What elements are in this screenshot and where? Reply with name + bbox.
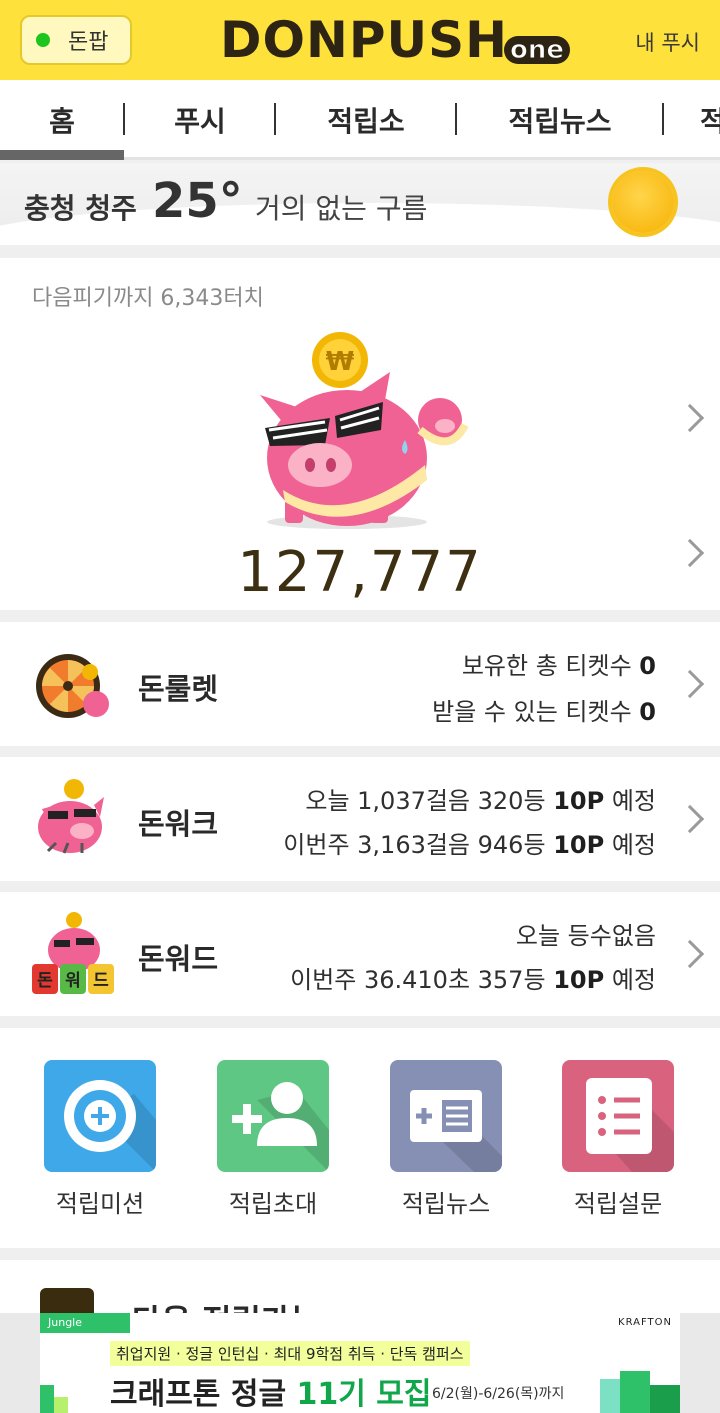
weather-temperature: 25°: [152, 173, 243, 229]
donpap-button[interactable]: 돈팝: [20, 15, 132, 65]
tile-letter: 돈: [37, 971, 53, 991]
line-value: 0: [639, 698, 656, 726]
roulette-total-tickets: 보유한 총 티켓수 0: [462, 646, 656, 681]
tab-more[interactable]: 적: [700, 80, 720, 157]
line-suffix: 예정: [611, 787, 656, 815]
line-text: 받을 수 있는 티켓수: [432, 698, 632, 726]
ad-pixel-decoration: [40, 1385, 54, 1413]
game-card-walk[interactable]: 돈워크 오늘 1,037걸음 320등 10P 예정 이번주 3,163걸음 9…: [0, 757, 720, 881]
line-value: 10P: [553, 831, 605, 859]
my-push-link[interactable]: 내 푸시: [635, 27, 700, 57]
piggy-bank-icon[interactable]: ₩: [255, 330, 475, 540]
action-jeoklip-survey[interactable]: 적립설문: [558, 1060, 678, 1219]
action-label: 적립미션: [55, 1190, 145, 1218]
action-jeoklip-invite[interactable]: 적립초대: [213, 1060, 333, 1219]
line-value: 10P: [553, 787, 605, 815]
logo-main-text: DONPUSH: [220, 11, 508, 69]
ad-pixel-decoration: [600, 1379, 620, 1413]
action-jeoklip-mission[interactable]: 적립미션: [40, 1060, 160, 1219]
ad-title-prefix: 크래프톤 정글: [110, 1377, 287, 1412]
ad-banner[interactable]: Jungle KRAFTON 취업지원 · 정글 인턴십 · 최대 9학점 취득…: [0, 1313, 720, 1413]
line-text: 이번주 36.410초 357등: [290, 966, 546, 994]
action-label: 적립설문: [573, 1190, 663, 1218]
word-game-icon: 돈 워 드: [32, 912, 114, 994]
tab-jeoklip-news[interactable]: 적립뉴스: [457, 80, 663, 157]
game-title: 돈워크: [138, 807, 219, 841]
line-suffix: 예정: [611, 966, 656, 994]
line-suffix: 예정: [611, 831, 656, 859]
main-tabs: 홈 푸시 적립소 적립뉴스 적: [0, 80, 720, 160]
ad-info-text: 취업지원 · 정글 인턴십 · 최대 9학점 취득 · 단독 캠퍼스: [110, 1341, 470, 1366]
action-jeoklip-news[interactable]: 적립뉴스: [386, 1060, 506, 1219]
game-card-roulette[interactable]: 돈룰렛 보유한 총 티켓수 0 받을 수 있는 티켓수 0: [0, 622, 720, 746]
walk-today-rank: 오늘 1,037걸음 320등 10P 예정: [305, 781, 656, 816]
tab-push[interactable]: 푸시: [125, 80, 275, 157]
tab-home[interactable]: 홈: [0, 80, 124, 157]
line-value: 0: [639, 652, 656, 680]
line-text: 이번주 3,163걸음 946등: [283, 831, 546, 859]
action-label: 적립뉴스: [401, 1190, 491, 1218]
line-text: 보유한 총 티켓수: [461, 652, 632, 680]
game-card-word[interactable]: 돈 워 드 돈워드 오늘 등수없음 이번주 36.410초 357등 10P 예…: [0, 892, 720, 1016]
chevron-right-icon[interactable]: [675, 669, 705, 699]
weather-city: 충청 청주: [24, 192, 137, 225]
walking-pig-icon: [38, 779, 104, 854]
chevron-right-icon[interactable]: [675, 403, 705, 433]
add-person-icon: [217, 1060, 329, 1172]
word-today-rank: 오늘 등수없음: [516, 916, 656, 951]
plus-circle-icon: [44, 1060, 156, 1172]
line-text: 오늘 등수없음: [515, 922, 656, 950]
app-header: 돈팝 DONPUSH one 내 푸시: [0, 0, 720, 80]
tab-active-indicator: [0, 150, 124, 160]
ad-pixel-decoration: [620, 1371, 650, 1413]
ad-date: 6/2(월)-6/26(목)까지: [432, 1386, 565, 1402]
news-card-icon: [390, 1060, 502, 1172]
logo-sub-text: one: [503, 36, 570, 65]
total-points: 127,777: [237, 540, 483, 605]
chevron-right-icon[interactable]: [675, 939, 705, 969]
survey-list-icon: [562, 1060, 674, 1172]
line-value: 10P: [553, 966, 605, 994]
ad-title: 크래프톤 정글 11기 모집: [110, 1369, 432, 1413]
weather-description: 거의 없는 구름: [255, 192, 428, 225]
tile-letter: 드: [93, 971, 109, 991]
line-text: 오늘 1,037걸음 320등: [305, 787, 546, 815]
donpush-logo: DONPUSH one: [220, 12, 570, 68]
tile-letter: 워: [65, 971, 81, 991]
sun-icon: [612, 171, 674, 233]
roulette-available-tickets: 받을 수 있는 티켓수 0: [432, 692, 656, 727]
tab-divider: [662, 103, 664, 135]
game-title: 돈워드: [138, 942, 219, 976]
roulette-wheel-icon: [36, 654, 109, 718]
piggy-bank-card[interactable]: 다음피기까지 6,343터치 ₩ 127,777: [0, 258, 720, 610]
word-week-rank: 이번주 36.410초 357등 10P 예정: [290, 960, 656, 995]
quick-actions: 적립미션 적립초대 적립뉴스 적립설문: [0, 1028, 720, 1248]
tab-jeoklipso[interactable]: 적립소: [276, 80, 456, 157]
ad-pixel-decoration: [650, 1385, 680, 1413]
ad-content[interactable]: Jungle KRAFTON 취업지원 · 정글 인턴십 · 최대 9학점 취득…: [40, 1313, 680, 1413]
action-label: 적립초대: [228, 1190, 318, 1218]
chevron-right-icon[interactable]: [675, 804, 705, 834]
walk-week-rank: 이번주 3,163걸음 946등 10P 예정: [283, 825, 656, 860]
next-piggy-touch-count: 다음피기까지 6,343터치: [32, 286, 264, 311]
coin-symbol: ₩: [326, 347, 355, 377]
weather-bar[interactable]: 충청 청주 25° 거의 없는 구름: [0, 163, 720, 245]
status-dot-icon: [36, 33, 50, 47]
ad-title-accent: 11기 모집: [296, 1377, 432, 1412]
next-earning-row[interactable]: 다음 적립가능: [0, 1260, 720, 1340]
game-title: 돈룰렛: [138, 672, 219, 706]
ad-sponsor: KRAFTON: [618, 1317, 672, 1328]
ad-brand-label: Jungle: [40, 1313, 130, 1333]
donpap-label: 돈팝: [68, 30, 109, 55]
ad-pixel-decoration: [54, 1397, 68, 1413]
